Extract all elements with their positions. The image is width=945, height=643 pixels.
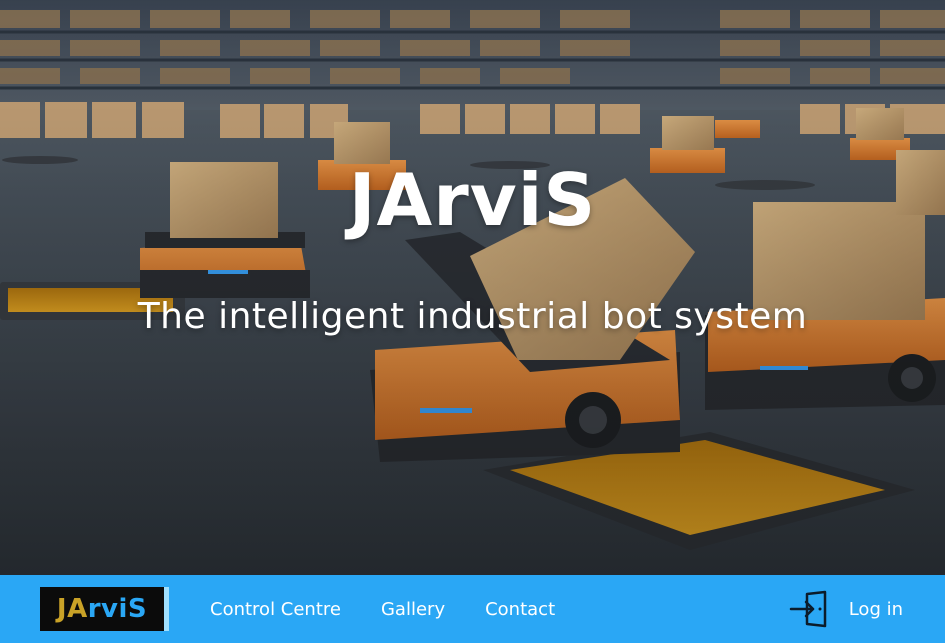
nav-links: Control Centre Gallery Contact (210, 575, 555, 643)
hero-title: JArviS (348, 158, 597, 242)
brand-accent-bar (164, 587, 169, 631)
hero-subtitle: The intelligent industrial bot system (137, 296, 808, 337)
login-icon (789, 590, 826, 628)
login-label: Log in (848, 598, 903, 620)
login-button[interactable]: Log in (789, 575, 903, 643)
hero-background-image (0, 0, 945, 575)
nav-link-gallery[interactable]: Gallery (381, 599, 445, 620)
brand-logo[interactable]: JArviS (40, 587, 164, 631)
brand-text-first: JA (56, 594, 88, 624)
brand-text-rest: rviS (87, 594, 148, 624)
hero-section: JArviS The intelligent industrial bot sy… (0, 0, 945, 575)
navbar: JArviS Control Centre Gallery Contact Lo… (0, 575, 945, 643)
brand-text: JArviS (57, 594, 147, 624)
nav-link-control-centre[interactable]: Control Centre (210, 599, 341, 620)
page: JArviS The intelligent industrial bot sy… (0, 0, 945, 643)
nav-link-contact[interactable]: Contact (485, 599, 555, 620)
